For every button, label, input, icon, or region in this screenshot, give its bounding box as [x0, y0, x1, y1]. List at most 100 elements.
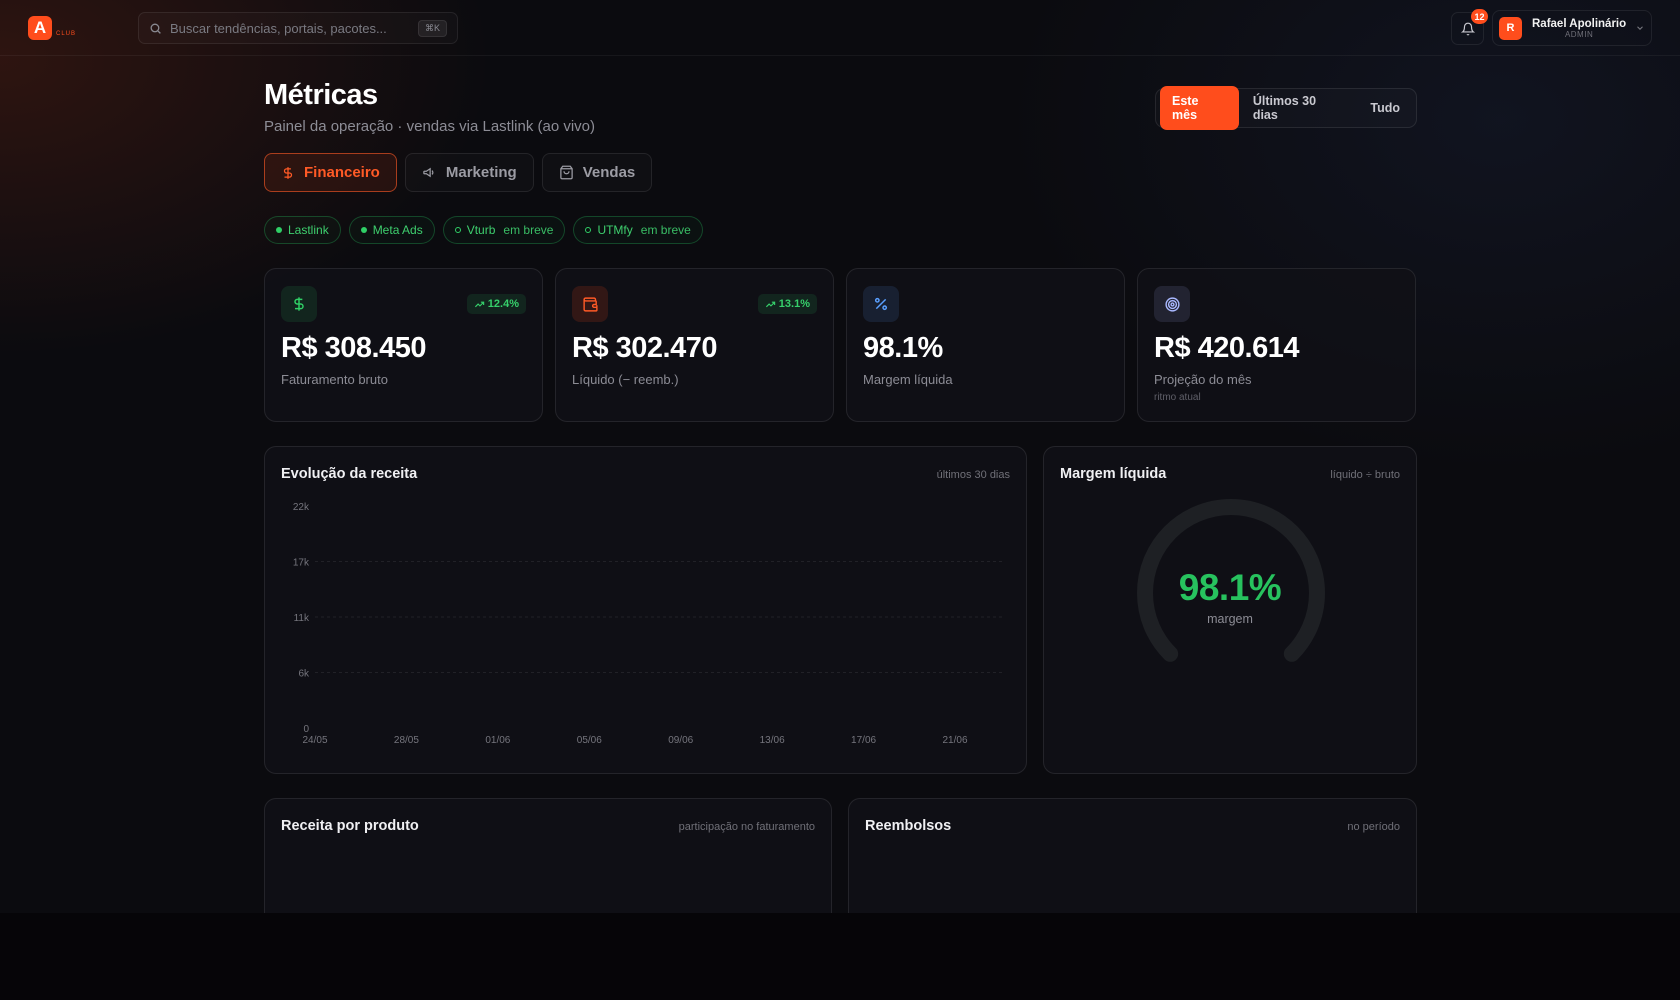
range-option-last-30-days[interactable]: Últimos 30 dias — [1241, 86, 1357, 130]
page-subtitle: Painel da operação · vendas via Lastlink… — [264, 118, 596, 135]
kpi-icon-box — [281, 286, 317, 322]
trend-value: 12.4% — [487, 298, 519, 310]
kpi-card-net-margin: 98.1% Margem líquida — [846, 268, 1125, 422]
x-tick-label: 24/05 — [302, 735, 327, 746]
x-tick-label: 09/06 — [668, 735, 693, 746]
kpi-card-gross-revenue: 12.4% R$ 308.450 Faturamento bruto — [264, 268, 543, 422]
wallet-icon — [582, 296, 598, 312]
integration-chips: Lastlink Meta Ads Vturb em breve UTMfy e… — [264, 216, 703, 244]
dollar-icon — [294, 297, 304, 311]
kpi-label: Margem líquida — [863, 372, 953, 387]
user-role: ADMIN — [1564, 29, 1594, 39]
bell-icon — [1460, 22, 1475, 35]
dollar-icon — [283, 166, 293, 179]
notifications-button[interactable]: 12 — [1451, 9, 1488, 45]
net-margin-panel: Margem líquida líquido ÷ bruto 98.1% mar… — [1043, 446, 1417, 774]
status-dot — [454, 227, 461, 233]
search-icon — [150, 23, 161, 34]
megaphone-icon — [423, 167, 434, 178]
integration-note: em breve — [503, 223, 554, 237]
integration-label: UTMfy — [597, 223, 633, 237]
brand-logo[interactable]: A — [28, 16, 52, 40]
tab-label: Marketing — [445, 164, 517, 181]
panel-meta: no período — [1347, 821, 1400, 833]
kpi-icon-box — [572, 286, 608, 322]
search-input[interactable] — [170, 20, 418, 36]
app-shell: A CLUB ⌘K 12 R Rafael Apolinário ADMIN M… — [0, 0, 1680, 913]
integration-chip-vturb[interactable]: Vturb em breve — [442, 216, 566, 244]
y-tick-label: 22k — [293, 502, 310, 513]
revenue-evolution-panel: Evolução da receita últimos 30 dias 0 6k 1… — [264, 446, 1027, 774]
y-tick-label: 6k — [298, 669, 310, 680]
x-tick-label: 17/06 — [851, 735, 876, 746]
y-tick-label: 0 — [303, 724, 309, 735]
integration-chip-lastlink[interactable]: Lastlink — [264, 216, 341, 244]
revenue-by-product-panel: Receita por produto participação no fatu… — [264, 798, 832, 913]
gauge-value: 98.1% — [1178, 567, 1282, 608]
kpi-icon-box — [863, 286, 899, 322]
kpi-value: R$ 420.614 — [1154, 332, 1299, 364]
panel-meta: participação no faturamento — [678, 821, 815, 833]
margin-gauge — [1137, 499, 1325, 662]
range-option-this-month[interactable]: Este mês — [1160, 86, 1239, 130]
percent-icon — [874, 297, 888, 311]
trend-value: 13.1% — [778, 298, 810, 310]
page-title: Métricas — [264, 79, 378, 111]
trend-badge: 12.4% — [466, 294, 526, 314]
x-tick-label: 21/06 — [942, 735, 967, 746]
top-bar: A CLUB ⌘K 12 R Rafael Apolinário ADMIN — [0, 0, 1680, 56]
kpi-label: Líquido (− reemb.) — [572, 372, 679, 387]
kpi-value: R$ 302.470 — [572, 332, 717, 364]
kpi-card-net-revenue: 13.1% R$ 302.470 Líquido (− reemb.) — [555, 268, 834, 422]
integration-label: Lastlink — [288, 223, 329, 237]
tab-vendas[interactable]: Vendas — [541, 153, 653, 192]
status-dot — [585, 227, 592, 233]
panel-title: Receita por produto — [281, 818, 419, 834]
trend-badge: 13.1% — [757, 294, 817, 314]
refunds-panel: Reembolsos no período — [848, 798, 1417, 913]
kpi-value: 98.1% — [863, 332, 943, 364]
tab-marketing[interactable]: Marketing — [404, 153, 534, 192]
notification-count-badge: 12 — [1471, 9, 1488, 24]
avatar: R — [1499, 16, 1522, 40]
status-dot — [360, 227, 367, 233]
x-tick-label: 28/05 — [394, 735, 419, 746]
section-tabs: Financeiro Marketing Vendas — [264, 153, 653, 192]
search-shortcut: ⌘K — [417, 19, 447, 37]
kpi-label: Faturamento bruto — [281, 372, 388, 387]
kpi-note: ritmo atual — [1154, 392, 1201, 403]
user-menu[interactable]: R Rafael Apolinário ADMIN — [1492, 10, 1652, 46]
range-option-all[interactable]: Tudo — [1358, 93, 1412, 123]
user-name: Rafael Apolinário — [1532, 17, 1627, 30]
gauge-label: margem — [1207, 612, 1253, 626]
search-box: ⌘K — [138, 12, 458, 44]
logo-letter: A — [33, 18, 47, 37]
user-info: Rafael Apolinário ADMIN — [1532, 18, 1626, 39]
trend-up-icon — [474, 301, 484, 307]
tab-label: Financeiro — [304, 164, 380, 181]
integration-label: Vturb — [466, 223, 496, 237]
tab-financeiro[interactable]: Financeiro — [264, 153, 397, 192]
chevron-down-icon — [1637, 26, 1643, 30]
logo-subtitle: CLUB — [56, 31, 77, 37]
trend-up-icon — [765, 301, 775, 307]
tab-label: Vendas — [582, 164, 636, 181]
revenue-line-chart: 0 6k 11k 17k 22k 24/05 28/05 01/06 05/06 09/06 13/… — [293, 502, 1005, 746]
x-tick-label: 01/06 — [485, 735, 510, 746]
integration-chip-meta-ads[interactable]: Meta Ads — [348, 216, 435, 244]
x-tick-label: 13/06 — [760, 735, 785, 746]
panel-title: Reembolsos — [865, 818, 952, 834]
target-icon — [1164, 296, 1180, 312]
y-tick-label: 17k — [293, 558, 310, 569]
shopping-bag-icon — [559, 165, 573, 180]
integration-note: em breve — [640, 223, 691, 237]
x-tick-label: 05/06 — [577, 735, 602, 746]
kpi-label: Projeção do mês — [1154, 372, 1252, 387]
date-range-selector: Este mês Últimos 30 dias Tudo — [1155, 86, 1417, 130]
viewport-bottom-strip — [0, 913, 1680, 1000]
y-tick-label: 11k — [294, 613, 310, 624]
integration-chip-utmfy[interactable]: UTMfy em breve — [573, 216, 703, 244]
integration-label: Meta Ads — [372, 223, 423, 237]
status-dot — [276, 227, 282, 233]
kpi-value: R$ 308.450 — [281, 332, 426, 364]
